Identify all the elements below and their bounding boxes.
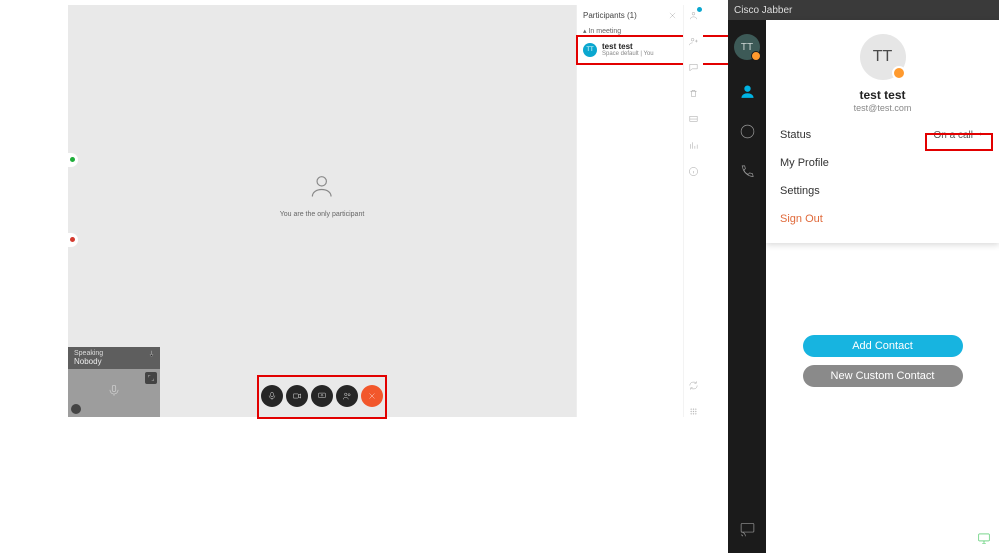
empty-state-text: You are the only participant [280,211,365,218]
video-area: You are the only participant Speaking No… [68,5,576,417]
new-custom-contact-button[interactable]: New Custom Contact [803,365,963,387]
mute-button[interactable] [261,385,283,407]
end-call-button[interactable] [361,385,383,407]
status-value: On a call [934,130,973,141]
jabber-main: TT test test test@test.com Status On a c… [766,20,999,553]
expand-icon[interactable] [145,372,157,384]
participants-icon[interactable] [688,9,700,21]
status-row[interactable]: Status On a call [766,121,999,149]
info-icon[interactable] [688,165,700,177]
jabber-sidebar: TT [728,20,766,553]
signout-row[interactable]: Sign Out [766,205,999,233]
chevron-right-icon [977,130,985,141]
meeting-controls [253,379,391,413]
jabber-title: Cisco Jabber [728,0,999,20]
settings-label: Settings [780,185,820,197]
cast-icon[interactable] [738,519,756,537]
popover-name: test test [766,88,999,102]
meeting-window: You are the only participant Speaking No… [68,5,703,417]
signout-label: Sign Out [780,213,823,225]
participant-avatar: TT [583,43,597,57]
participants-section: In meeting [577,24,683,38]
calls-icon[interactable] [738,162,756,180]
self-view [68,369,160,417]
person-icon [308,187,336,204]
trash-icon[interactable] [688,87,700,99]
popover-avatar: TT [860,34,906,80]
add-user-icon[interactable] [688,35,700,47]
contacts-icon[interactable] [738,82,756,100]
side-strip [683,5,703,417]
participant-row[interactable]: TT test test Space default | You [577,38,683,61]
refresh-icon[interactable] [688,379,700,391]
participants-panel: Participants (1) In meeting TT test test… [576,5,683,417]
signal-good-icon [68,153,78,167]
speaking-box: Speaking Nobody [68,347,160,417]
layout-icon[interactable] [688,113,700,125]
speaking-value: Nobody [74,357,154,366]
profile-row[interactable]: My Profile [766,149,999,177]
profile-label: My Profile [780,157,829,169]
participant-sub: Space default | You [602,51,654,57]
contact-buttons: Add Contact New Custom Contact [803,335,963,387]
self-view-dot [71,404,81,414]
status-label: Status [780,129,811,141]
speaking-label: Speaking [74,350,103,357]
popover-email: test@test.com [766,103,999,113]
mic-icon [107,384,121,403]
pin-icon[interactable] [147,350,156,359]
sidebar-avatar[interactable]: TT [734,34,760,60]
empty-state: You are the only participant [280,172,365,218]
monitor-icon[interactable] [977,531,991,545]
settings-row[interactable]: Settings [766,177,999,205]
add-contact-button[interactable]: Add Contact [803,335,963,357]
profile-popover: TT test test test@test.com Status On a c… [766,20,999,243]
stats-icon[interactable] [688,139,700,151]
participants-title: Participants (1) [583,11,668,20]
signal-bad-icon [68,233,78,247]
participants-button[interactable] [336,385,358,407]
participant-name: test test [602,42,654,51]
chats-icon[interactable] [738,122,756,140]
share-button[interactable] [311,385,333,407]
speaking-header: Speaking Nobody [68,347,160,369]
chat-icon[interactable] [688,61,700,73]
jabber-window: Cisco Jabber TT TT test test test@test.c… [728,0,999,553]
dialpad-icon[interactable] [688,405,700,417]
camera-button[interactable] [286,385,308,407]
close-icon[interactable] [668,11,677,20]
